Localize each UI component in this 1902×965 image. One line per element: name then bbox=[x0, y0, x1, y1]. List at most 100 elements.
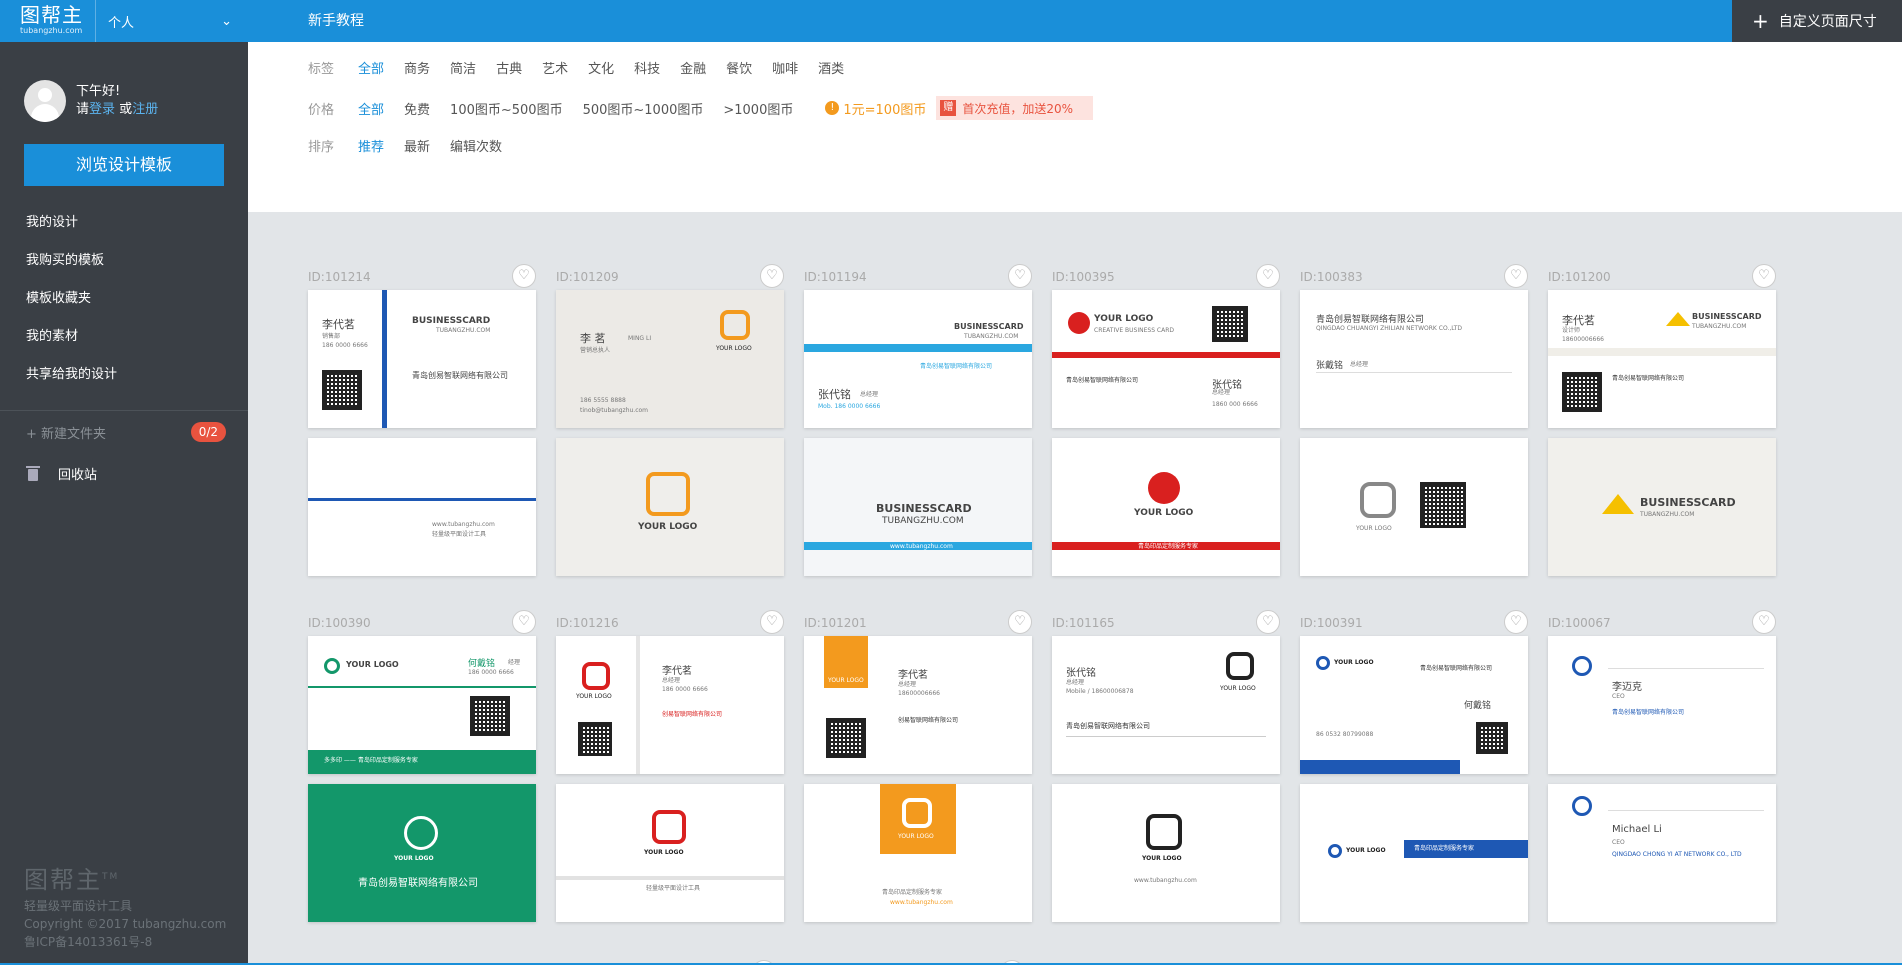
sidebar-item-my-assets[interactable]: 我的素材 bbox=[0, 318, 248, 356]
new-folder[interactable]: + 新建文件夹 bbox=[26, 423, 106, 442]
tag-option-art[interactable]: 艺术 bbox=[542, 58, 568, 77]
heart-icon[interactable]: ♡ bbox=[760, 610, 784, 634]
card-back-logo: YOUR LOGO bbox=[1356, 525, 1392, 532]
card-back-preview[interactable]: BUSINESSCARD TUBANGZHU.COM www.tubangzhu… bbox=[804, 438, 1032, 576]
card-company: 青岛创易智联网络有限公司 bbox=[920, 363, 993, 370]
card-logo-text: YOUR LOGO bbox=[1220, 685, 1256, 692]
card-back-preview[interactable]: YOUR LOGO 青岛创易智联网络有限公司 bbox=[308, 784, 536, 922]
template-gallery: ID:101214 ♡ 李代茗 销售部 186 0000 6666 BUSINE… bbox=[248, 212, 1902, 965]
price-option-500-1000[interactable]: 500图币~1000图币 bbox=[583, 99, 704, 118]
price-option-100-500[interactable]: 100图币~500图币 bbox=[450, 99, 563, 118]
card-front-preview[interactable]: 张代铭 总经理 Mobile / 18600006878 YOUR LOGO 青… bbox=[1052, 636, 1280, 774]
price-filter-row: 价格 全部 免费 100图币~500图币 500图币~1000图币 >1000图… bbox=[308, 96, 1094, 120]
tag-option-dining[interactable]: 餐饮 bbox=[726, 58, 752, 77]
price-option-all[interactable]: 全部 bbox=[358, 99, 384, 118]
card-back-preview[interactable]: YOUR LOGO 青岛印品定制服务专家 bbox=[1300, 784, 1528, 922]
heart-icon[interactable]: ♡ bbox=[1504, 610, 1528, 634]
card-back-preview[interactable]: YOUR LOGO bbox=[1300, 438, 1528, 576]
sort-filter-row: 排序 推荐 最新 编辑次数 bbox=[308, 136, 522, 155]
login-link[interactable]: 登录 bbox=[89, 102, 115, 117]
brand-logo[interactable]: 图帮主 tubangzhu.com bbox=[0, 0, 96, 42]
register-link[interactable]: 注册 bbox=[132, 102, 158, 117]
sidebar-item-template-favorites[interactable]: 模板收藏夹 bbox=[0, 280, 248, 318]
workspace-select[interactable]: 个人 ⌄ bbox=[96, 12, 248, 31]
card-footer: 多多印 —— 青岛印品定制服务专家 bbox=[324, 757, 418, 764]
new-folder-label: 新建文件夹 bbox=[41, 426, 107, 442]
card-title: 总经理 bbox=[1066, 679, 1085, 686]
card-back-preview[interactable]: www.tubangzhu.com 轻量级平面设计工具 bbox=[308, 438, 536, 576]
card-back-preview[interactable]: Michael Li CEO QINGDAO CHONG YI AT NETWO… bbox=[1548, 784, 1776, 922]
card-email: tinob@tubangzhu.com bbox=[580, 407, 649, 414]
heart-icon[interactable]: ♡ bbox=[1256, 264, 1280, 288]
heart-icon[interactable]: ♡ bbox=[1008, 610, 1032, 634]
tag-option-culture[interactable]: 文化 bbox=[588, 58, 614, 77]
plus-icon: + bbox=[1752, 9, 1769, 33]
sort-option-edit-count[interactable]: 编辑次数 bbox=[450, 136, 502, 155]
card-back-preview[interactable]: BUSINESSCARD TUBANGZHU.COM bbox=[1548, 438, 1776, 576]
sidebar-item-purchased-templates[interactable]: 我购买的模板 bbox=[0, 242, 248, 280]
heart-icon[interactable]: ♡ bbox=[760, 264, 784, 288]
heart-icon[interactable]: ♡ bbox=[1504, 264, 1528, 288]
card-brand: BUSINESSCARD bbox=[412, 316, 491, 326]
card-front-preview[interactable]: YOUR LOGO 何戴铭 经理 186 0000 6666 多多印 —— 青岛… bbox=[308, 636, 536, 774]
tag-option-tech[interactable]: 科技 bbox=[634, 58, 660, 77]
card-front-preview[interactable]: 李迈克 CEO 青岛创易智联网络有限公司 bbox=[1548, 636, 1776, 774]
card-back-preview[interactable]: YOUR LOGO 青岛印品定制服务专家 www.tubangzhu.com bbox=[804, 784, 1032, 922]
logo-icon bbox=[646, 472, 690, 516]
card-title: 总经理 bbox=[860, 391, 879, 398]
browse-templates-button[interactable]: 浏览设计模板 bbox=[24, 144, 224, 186]
sidebar-item-my-designs[interactable]: 我的设计 bbox=[0, 204, 248, 242]
tag-option-coffee[interactable]: 咖啡 bbox=[772, 58, 798, 77]
card-front-preview[interactable]: 李代茗 设计师 18600006666 BUSINESSCARD TUBANGZ… bbox=[1548, 290, 1776, 428]
sort-option-latest[interactable]: 最新 bbox=[404, 136, 430, 155]
trash-item[interactable]: 回收站 bbox=[0, 453, 248, 493]
tag-option-simple[interactable]: 简洁 bbox=[450, 58, 476, 77]
card-front-preview[interactable]: YOUR LOGO 李代茗 总经理 186 0000 6666 创易智联网络有限… bbox=[556, 636, 784, 774]
card-front-preview[interactable]: BUSINESSCARD TUBANGZHU.COM 青岛创易智联网络有限公司 … bbox=[804, 290, 1032, 428]
template-id: ID:101209 bbox=[556, 270, 619, 284]
card-front-preview[interactable]: YOUR LOGO 青岛创易智联网络有限公司 何戴铭 86 0532 80799… bbox=[1300, 636, 1528, 774]
card-back-sub: 轻量级平面设计工具 bbox=[432, 531, 487, 538]
price-option-over-1000[interactable]: >1000图币 bbox=[723, 99, 793, 118]
heart-icon[interactable]: ♡ bbox=[512, 264, 536, 288]
custom-size-button[interactable]: + 自定义页面尺寸 bbox=[1732, 0, 1902, 42]
heart-icon[interactable]: ♡ bbox=[512, 610, 536, 634]
card-front-preview[interactable]: 李 茗 MING LI 营销总执人 186 5555 8888 tinob@tu… bbox=[556, 290, 784, 428]
card-back-preview[interactable]: YOUR LOGO www.tubangzhu.com bbox=[1052, 784, 1280, 922]
price-filter-label: 价格 bbox=[308, 102, 335, 118]
heart-icon[interactable]: ♡ bbox=[1256, 610, 1280, 634]
tag-option-finance[interactable]: 金融 bbox=[680, 58, 706, 77]
custom-size-label: 自定义页面尺寸 bbox=[1778, 14, 1877, 30]
card-site: TUBANGZHU.COM bbox=[964, 333, 1019, 340]
logo-icon bbox=[720, 310, 750, 340]
tag-option-classical[interactable]: 古典 bbox=[496, 58, 522, 77]
card-back-preview[interactable]: YOUR LOGO 青岛印品定制服务专家 bbox=[1052, 438, 1280, 576]
tag-option-business[interactable]: 商务 bbox=[404, 58, 430, 77]
card-name: 李迈克 bbox=[1612, 682, 1642, 693]
footer-slogan: 轻量级平面设计工具 bbox=[24, 899, 133, 913]
card-company: 青岛创易智联网络有限公司 bbox=[1066, 722, 1150, 730]
card-back-preview[interactable]: YOUR LOGO bbox=[556, 438, 784, 576]
sort-option-recommended[interactable]: 推荐 bbox=[358, 136, 384, 155]
card-front-preview[interactable]: 青岛创易智联网络有限公司 QINGDAO CHUANGYI ZHILIAN NE… bbox=[1300, 290, 1528, 428]
qr-code-icon bbox=[322, 370, 362, 410]
greeting: 下午好! 请登录 或注册 bbox=[76, 83, 158, 119]
sidebar-item-shared-with-me[interactable]: 共享给我的设计 bbox=[0, 356, 248, 394]
card-front-preview[interactable]: 李代茗 销售部 186 0000 6666 BUSINESSCARD TUBAN… bbox=[308, 290, 536, 428]
card-logo-text: YOUR LOGO bbox=[1094, 314, 1154, 324]
recharge-promo[interactable]: 赠 首次充值，加送20% bbox=[936, 96, 1094, 120]
user-avatar-icon[interactable] bbox=[24, 80, 66, 122]
new-folder-row[interactable]: + 新建文件夹 0/2 bbox=[0, 411, 248, 453]
card-company: 青岛创易智联网络有限公司 bbox=[1066, 377, 1139, 384]
tag-option-liquor[interactable]: 酒类 bbox=[818, 58, 844, 77]
tag-option-all[interactable]: 全部 bbox=[358, 58, 384, 77]
heart-icon[interactable]: ♡ bbox=[1752, 610, 1776, 634]
price-option-free[interactable]: 免费 bbox=[404, 99, 430, 118]
card-back-preview[interactable]: YOUR LOGO 轻量级平面设计工具 bbox=[556, 784, 784, 922]
tutorial-link[interactable]: 新手教程 bbox=[308, 0, 364, 42]
heart-icon[interactable]: ♡ bbox=[1008, 264, 1032, 288]
card-front-preview[interactable]: YOUR LOGO CREATIVE BUSINESS CARD 青岛创易智联网… bbox=[1052, 290, 1280, 428]
heart-icon[interactable]: ♡ bbox=[1752, 264, 1776, 288]
card-front-preview[interactable]: YOUR LOGO 李代茗 总经理 18600006666 创易智联网络有限公司 bbox=[804, 636, 1032, 774]
template-id: ID:101194 bbox=[804, 270, 867, 284]
